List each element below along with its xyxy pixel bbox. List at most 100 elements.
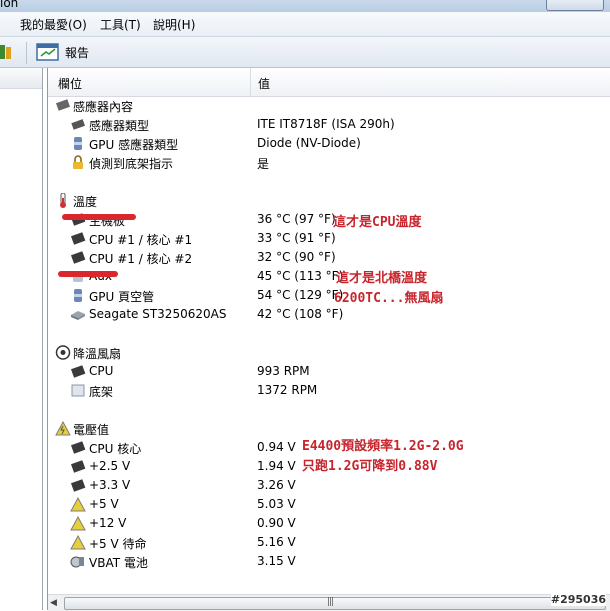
warning-icon <box>70 516 86 531</box>
item-value: 54 °C (129 °F) <box>257 288 344 302</box>
item-value: 42 °C (108 °F) <box>257 307 344 321</box>
list-item[interactable]: 偵測到底架指示 是 <box>48 153 610 172</box>
cpu-icon <box>70 441 86 454</box>
cpu-icon <box>70 479 86 492</box>
list-item[interactable]: CPU #1 / 核心 #1 33 °C (91 °F) <box>48 229 610 248</box>
item-value: 3.26 V <box>257 478 296 492</box>
column-value[interactable]: 值 <box>258 75 270 92</box>
fan-icon <box>55 345 71 360</box>
annotation-gpu-fanless: 6200TC...無風扇 <box>334 291 444 306</box>
annotation-voltage-2: 只跑1.2G可降到0.88V <box>302 459 438 474</box>
navigation-pane-header <box>0 68 42 89</box>
grip-icon: ||| <box>327 597 334 607</box>
window-controls[interactable] <box>546 0 604 11</box>
battery-icon <box>70 556 84 568</box>
horizontal-scrollbar[interactable]: ◀ ||| <box>48 594 610 611</box>
item-value: 33 °C (91 °F) <box>257 231 336 245</box>
column-divider[interactable] <box>250 68 251 96</box>
cpu-icon <box>70 460 86 473</box>
item-label: Seagate ST3250620AS <box>89 307 227 321</box>
list-item[interactable]: CPU 993 RPM <box>48 362 610 381</box>
column-header: 欄位 值 <box>48 68 610 97</box>
watermark: #295036 <box>550 593 606 606</box>
lock-icon <box>73 155 83 169</box>
window-title: ion <box>0 0 19 10</box>
users-icon[interactable] <box>0 43 12 61</box>
report-label: 報告 <box>65 46 90 60</box>
menu-favorites[interactable]: 我的最愛(O) <box>20 16 87 33</box>
sensor-list: 欄位 值 感應器內容 感應器類型 ITE IT8718F (ISA 290h) … <box>47 68 610 610</box>
item-label: +5 V <box>89 497 119 511</box>
item-value: 1372 RPM <box>257 383 318 397</box>
item-value: 32 °C (90 °F) <box>257 250 336 264</box>
warning-icon <box>70 497 86 512</box>
annotation-cpu-temp: 這才是CPU溫度 <box>333 215 422 230</box>
item-label: 感應器類型 <box>89 119 150 133</box>
list-item[interactable]: +12 V 0.90 V <box>48 514 610 533</box>
thermometer-icon <box>60 193 66 208</box>
list-item[interactable]: Seagate ST3250620AS 42 °C (108 °F) <box>48 305 610 324</box>
list-item[interactable]: Aux 45 °C (113 °F) <box>48 267 610 286</box>
warning-icon <box>55 421 71 436</box>
item-label: +12 V <box>89 516 127 530</box>
sensor-chip-icon <box>55 99 71 111</box>
menu-tools[interactable]: 工具(T) <box>100 16 141 33</box>
group-title: 感應器內容 <box>73 100 134 114</box>
cpu-icon <box>70 365 86 378</box>
chip-icon <box>71 119 86 130</box>
redaction-mark <box>58 271 118 277</box>
group-title: 降溫風扇 <box>73 347 122 361</box>
annotation-voltage-1: E4400預設頻率1.2G-2.0G <box>302 439 464 454</box>
item-value: 3.15 V <box>257 554 296 568</box>
column-field[interactable]: 欄位 <box>58 75 82 92</box>
item-label: CPU #1 / 核心 #2 <box>89 252 193 266</box>
item-label: +3.3 V <box>89 478 131 492</box>
list-item[interactable]: +5 V 5.03 V <box>48 495 610 514</box>
item-value: 是 <box>257 157 270 171</box>
group-title: 電壓值 <box>73 423 110 437</box>
list-item[interactable]: GPU 頁空管 54 °C (129 °F) <box>48 286 610 305</box>
menu-bar: 我的最愛(O) 工具(T) 說明(H) <box>0 12 610 37</box>
list-item[interactable]: GPU 感應器類型 Diode (NV-Diode) <box>48 134 610 153</box>
list-item[interactable]: 感應器類型 ITE IT8718F (ISA 290h) <box>48 115 610 134</box>
gpu-icon <box>74 137 82 150</box>
report-button[interactable]: 報告 <box>34 41 94 63</box>
list-item[interactable]: VBAT 電池 3.15 V <box>48 552 610 571</box>
annotation-northbridge: 這才是北橋溫度 <box>336 271 428 286</box>
list-item[interactable]: 底架 1372 RPM <box>48 381 610 400</box>
item-value: 45 °C (113 °F) <box>257 269 344 283</box>
item-label: GPU 感應器類型 <box>89 138 179 152</box>
group-title: 溫度 <box>73 195 98 209</box>
report-icon <box>36 43 59 61</box>
scroll-left-icon[interactable]: ◀ <box>50 598 57 608</box>
group-fans: 降溫風扇 <box>48 343 610 362</box>
item-value: 1.94 V <box>257 459 296 473</box>
list-item[interactable]: +3.3 V 3.26 V <box>48 476 610 495</box>
menu-help[interactable]: 說明(H) <box>153 16 195 33</box>
group-sensor-properties: 感應器內容 <box>48 96 610 115</box>
list-item[interactable]: +5 V 待命 5.16 V <box>48 533 610 552</box>
cpu-icon <box>70 232 86 245</box>
scrollbar-thumb[interactable]: ||| <box>64 597 606 610</box>
item-value: 993 RPM <box>257 364 310 378</box>
item-label: CPU <box>89 364 114 378</box>
chassis-icon <box>71 384 85 397</box>
toolbar-separator <box>26 42 27 64</box>
group-temperature: 溫度 <box>48 191 610 210</box>
item-label: GPU 頁空管 <box>89 290 155 304</box>
list-item[interactable]: CPU #1 / 核心 #2 32 °C (90 °F) <box>48 248 610 267</box>
item-value: 5.16 V <box>257 535 296 549</box>
item-label: VBAT 電池 <box>89 556 148 570</box>
navigation-pane[interactable] <box>0 68 43 610</box>
item-label: +2.5 V <box>89 459 131 473</box>
redaction-mark <box>62 214 136 220</box>
item-value: 5.03 V <box>257 497 296 511</box>
item-value: ITE IT8718F (ISA 290h) <box>257 117 395 131</box>
title-bar: ion <box>0 0 610 12</box>
item-value: 0.94 V <box>257 440 296 454</box>
item-value: 0.90 V <box>257 516 296 530</box>
gpu-icon <box>74 289 82 302</box>
item-label: 底架 <box>89 385 114 399</box>
item-label: CPU 核心 <box>89 442 142 456</box>
item-label: +5 V 待命 <box>89 537 147 551</box>
